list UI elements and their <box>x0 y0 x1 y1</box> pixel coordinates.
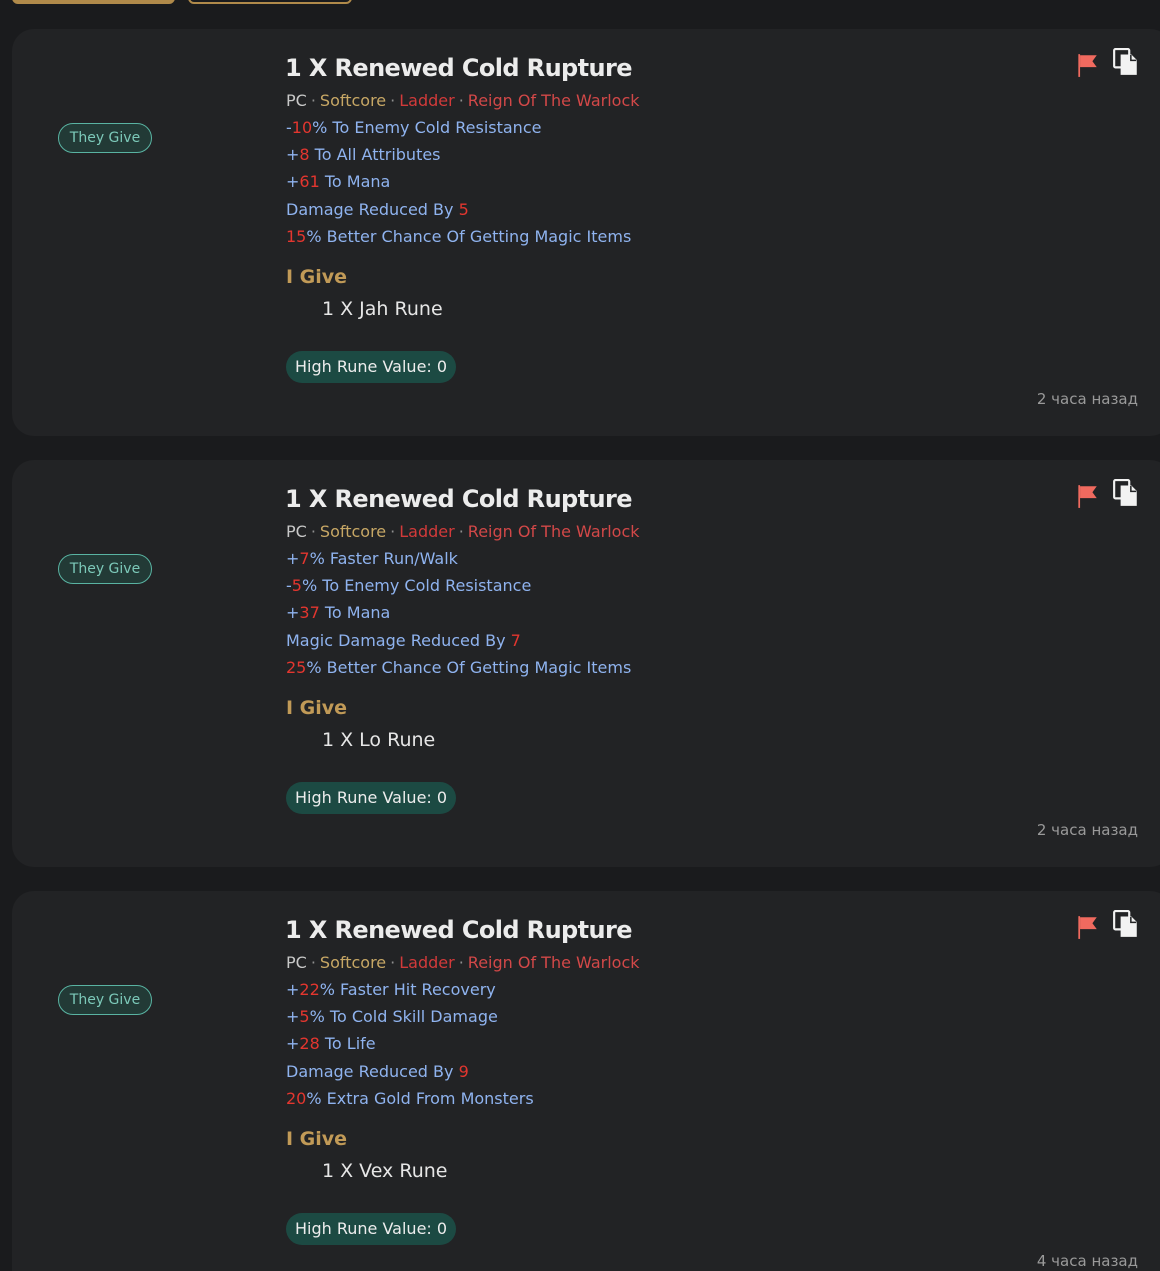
stat-value: 61 <box>299 172 320 192</box>
stat-value: 10 <box>291 118 313 137</box>
meta-separator: · <box>310 91 316 110</box>
meta-separator: · <box>458 522 464 541</box>
stat-line: +5% To Cold Skill Damage <box>286 1007 498 1027</box>
report-flag-icon[interactable] <box>1074 52 1100 78</box>
stat-value: 9 <box>458 1061 469 1081</box>
season-label: Reign Of The Warlock <box>467 91 640 110</box>
stat-value: 28 <box>299 1034 320 1054</box>
listing-content: 1 X Renewed Cold Rupture PC · Softcore · Lad… <box>285 480 1005 814</box>
rune-value-badge: High Rune Value: 0 <box>286 1212 457 1245</box>
they-give-tag: They Give <box>58 985 152 1015</box>
platform-label: PC <box>286 522 307 541</box>
stat-line: +8 To All Attributes <box>286 145 441 165</box>
stat-value: 25 <box>286 657 307 677</box>
mode-label: Softcore <box>319 91 387 110</box>
stat-value: 5 <box>458 199 469 219</box>
stat-line: +7% Faster Run/Walk <box>286 549 458 568</box>
platform-label: PC <box>286 91 307 110</box>
mode-label: Softcore <box>319 522 387 541</box>
stat-line: Damage Reduced By 5 <box>286 199 469 219</box>
stat-line: 15% Better Chance Of Getting Magic Items <box>286 226 632 246</box>
meta-separator: · <box>458 91 464 110</box>
listing-card: They Give 1 X Renewed Cold Rupture PC · So… <box>12 891 1160 1271</box>
stat-value: 7 <box>510 630 521 650</box>
report-flag-icon[interactable] <box>1074 483 1100 509</box>
ladder-label: Ladder <box>399 522 455 541</box>
listing-content: 1 X Renewed Cold Rupture PC · Softcore · Lad… <box>285 49 1005 383</box>
stat-value: 8 <box>299 145 310 165</box>
ladder-label: Ladder <box>399 953 455 972</box>
post-time: 4 часа назад <box>1036 1252 1138 1270</box>
give-item: 1 X Lo Rune <box>322 728 436 751</box>
report-flag-icon[interactable] <box>1074 914 1100 940</box>
ladder-label: Ladder <box>399 91 455 110</box>
stat-line: +37 To Mana <box>286 603 391 623</box>
copy-icon[interactable] <box>1113 910 1139 938</box>
give-item: 1 X Vex Rune <box>322 1159 448 1182</box>
give-item: 1 X Jah Rune <box>322 297 443 320</box>
i-give-heading: I Give <box>286 696 348 719</box>
listing-card: They Give 1 X Renewed Cold Rupture PC · So… <box>12 460 1160 867</box>
top-filter-button-primary[interactable] <box>12 0 175 4</box>
meta-separator: · <box>390 953 396 972</box>
item-stats: -10% To Enemy Cold Resistance +8 To All … <box>286 114 1005 250</box>
stat-value: 7 <box>299 549 310 568</box>
stat-value: 5 <box>291 576 302 596</box>
platform-label: PC <box>286 953 307 972</box>
item-meta: PC · Softcore · Ladder · Reign Of The Warlock <box>286 518 1005 545</box>
stat-line: +22% Faster Hit Recovery <box>286 980 496 999</box>
meta-separator: · <box>310 953 316 972</box>
meta-separator: · <box>458 953 464 972</box>
stat-line: -10% To Enemy Cold Resistance <box>286 118 542 137</box>
item-title[interactable]: 1 X Renewed Cold Rupture <box>285 49 1005 87</box>
stat-line: +61 To Mana <box>286 172 391 192</box>
copy-icon[interactable] <box>1113 479 1139 507</box>
post-time: 2 часа назад <box>1036 821 1138 839</box>
stat-line: Magic Damage Reduced By 7 <box>286 630 521 650</box>
meta-separator: · <box>310 522 316 541</box>
item-meta: PC · Softcore · Ladder · Reign Of The Warlock <box>286 949 1005 976</box>
stat-line: Damage Reduced By 9 <box>286 1061 469 1081</box>
rune-value-badge: High Rune Value: 0 <box>286 350 457 383</box>
stat-value: 37 <box>299 603 320 623</box>
item-stats: +7% Faster Run/Walk -5% To Enemy Cold Re… <box>286 545 1005 681</box>
i-give-heading: I Give <box>286 1127 348 1150</box>
stat-value: 22 <box>299 980 320 999</box>
stat-value: 20 <box>286 1088 307 1108</box>
i-give-heading: I Give <box>286 265 348 288</box>
stat-line: 20% Extra Gold From Monsters <box>286 1088 534 1108</box>
meta-separator: · <box>390 91 396 110</box>
they-give-tag: They Give <box>58 554 152 584</box>
mode-label: Softcore <box>319 953 387 972</box>
copy-icon[interactable] <box>1113 48 1139 76</box>
item-meta: PC · Softcore · Ladder · Reign Of The Warlock <box>286 87 1005 114</box>
stat-line: -5% To Enemy Cold Resistance <box>286 576 532 596</box>
post-time: 2 часа назад <box>1036 390 1138 408</box>
rune-value-badge: High Rune Value: 0 <box>286 781 457 814</box>
item-stats: +22% Faster Hit Recovery +5% To Cold Ski… <box>286 976 1005 1112</box>
item-title[interactable]: 1 X Renewed Cold Rupture <box>285 911 1005 949</box>
stat-value: 15 <box>286 226 307 246</box>
they-give-tag: They Give <box>58 123 152 153</box>
top-filter-button-secondary[interactable] <box>188 0 352 4</box>
item-title[interactable]: 1 X Renewed Cold Rupture <box>285 480 1005 518</box>
stat-value: 5 <box>299 1007 310 1027</box>
stat-line: +28 To Life <box>286 1034 376 1054</box>
stat-line: 25% Better Chance Of Getting Magic Items <box>286 657 632 677</box>
meta-separator: · <box>390 522 396 541</box>
listing-card: They Give 1 X Renewed Cold Rupture PC · So… <box>12 29 1160 436</box>
season-label: Reign Of The Warlock <box>467 953 640 972</box>
season-label: Reign Of The Warlock <box>467 522 640 541</box>
listing-content: 1 X Renewed Cold Rupture PC · Softcore · Lad… <box>285 911 1005 1245</box>
trade-listings-page: They Give 1 X Renewed Cold Rupture PC · So… <box>0 0 1160 1271</box>
